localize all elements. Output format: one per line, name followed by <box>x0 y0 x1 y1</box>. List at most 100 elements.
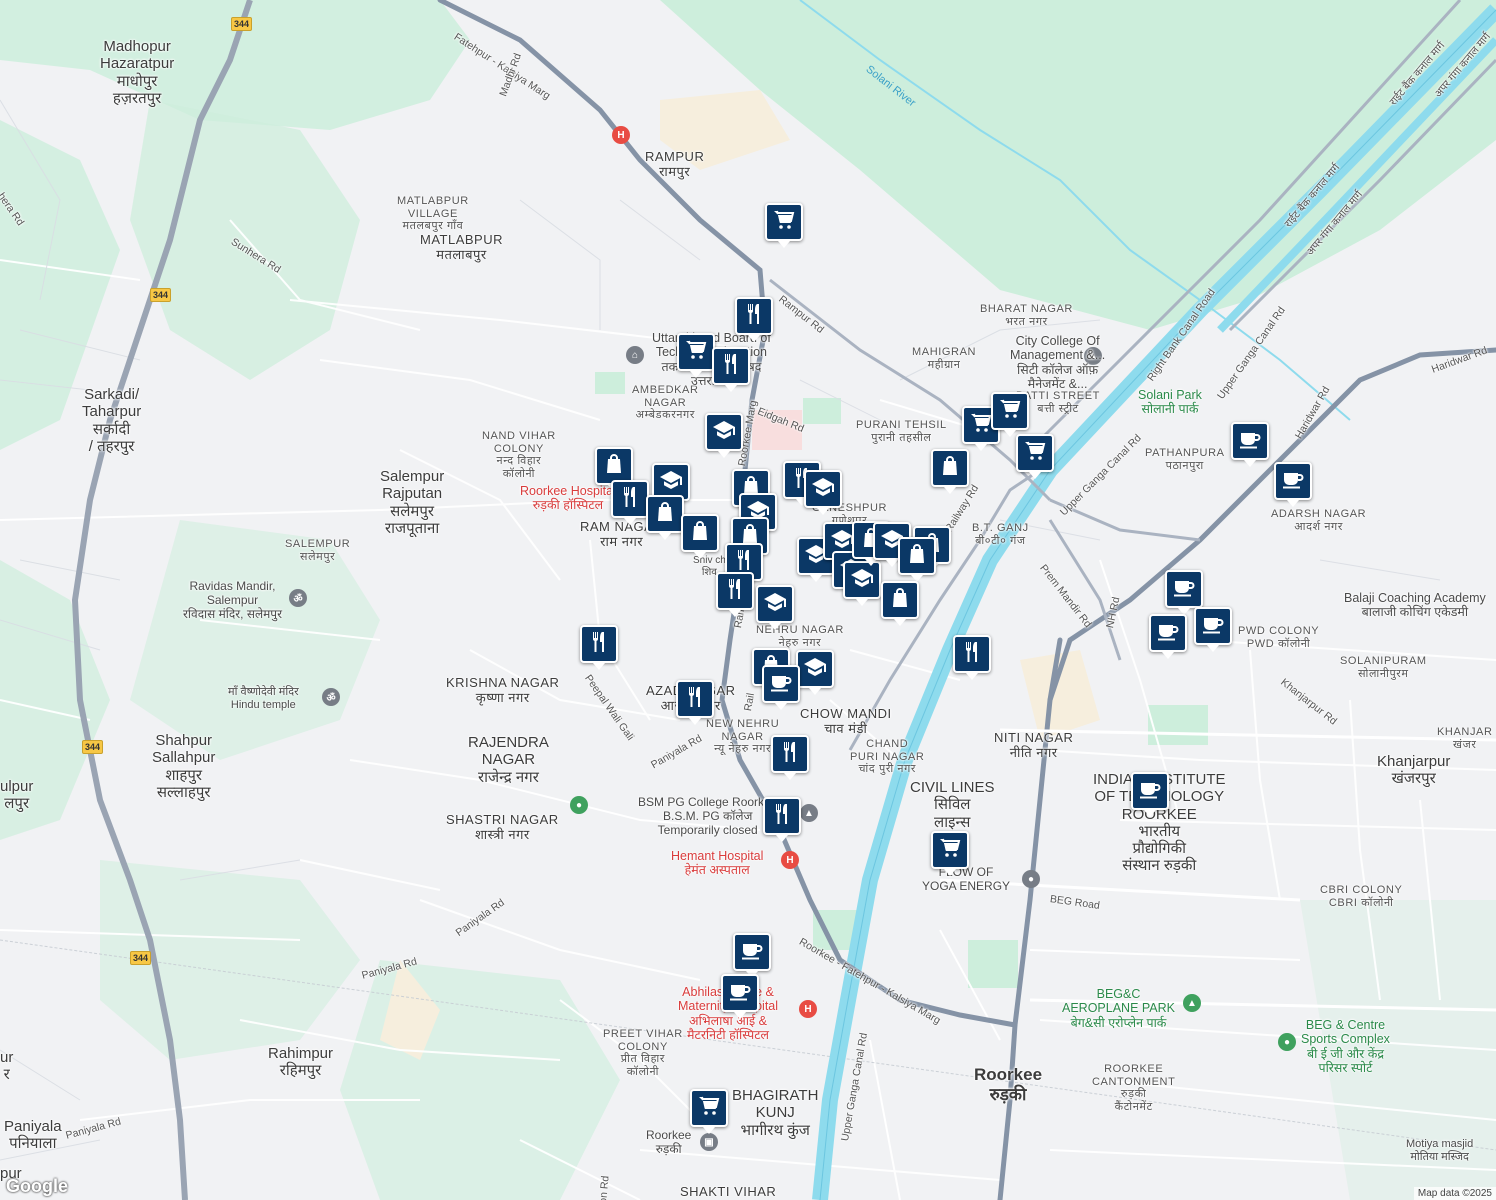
coffee-icon <box>728 979 752 1008</box>
marker-restaurant[interactable] <box>716 572 754 617</box>
place-label-mahigran: MAHIGRAN महीग्रान <box>912 346 977 371</box>
marker-restaurant[interactable] <box>580 625 618 670</box>
place-label-preet-vihar: PREET VIHAR COLONY प्रीत विहार कॉलोनी <box>603 1028 683 1078</box>
marker-school[interactable] <box>705 413 743 458</box>
restaurant-icon <box>770 802 794 831</box>
marker-coffee[interactable] <box>1131 772 1169 817</box>
sports-icon: ● <box>1278 1033 1296 1051</box>
place-label-cbri-colony: CBRI COLONY CBRI कॉलोनी <box>1320 884 1403 909</box>
restaurant-icon <box>723 577 747 606</box>
hospital-icon: H <box>799 1000 817 1018</box>
shopping-bag-icon <box>938 454 962 483</box>
park-icon: ▲ <box>1183 994 1201 1012</box>
place-label-bharat-nagar: BHARAT NAGAR भरत नगर <box>980 303 1073 328</box>
poi-balaji-coaching[interactable]: Balaji Coaching Academy बालाजी कोचिंग एक… <box>1344 591 1486 620</box>
shopping-cart-icon <box>772 208 796 237</box>
marker-coffee[interactable] <box>1165 570 1203 615</box>
marker-shopping-bag[interactable] <box>681 514 719 559</box>
shopping-cart-icon <box>697 1094 721 1123</box>
shopping-bag-icon <box>602 452 626 481</box>
temple-icon: ॐ <box>289 589 307 607</box>
marker-shopping-cart[interactable] <box>765 203 803 248</box>
marker-coffee[interactable] <box>733 933 771 978</box>
place-label-shakti-vihar: SHAKTI VIHAR <box>680 1184 777 1199</box>
place-label-rampur: RAMPUR रामपुर <box>645 149 705 179</box>
marker-shopping-cart[interactable] <box>931 831 969 876</box>
marker-shopping-cart[interactable] <box>991 392 1029 437</box>
marker-coffee[interactable] <box>1274 462 1312 507</box>
marker-shopping-bag[interactable] <box>931 449 969 494</box>
place-label-roorkee-cantonment: ROORKEE CANTONMENT रुड़की कैंटोनमेंट <box>1092 1063 1176 1113</box>
shopping-bag-icon <box>688 519 712 548</box>
shopping-bag-icon <box>653 500 677 529</box>
marker-coffee[interactable] <box>1194 607 1232 652</box>
restaurant-icon <box>778 740 802 769</box>
poi-city-college[interactable]: City College Of Management &... सिटी कॉल… <box>1010 334 1105 392</box>
marker-coffee[interactable] <box>1231 422 1269 467</box>
poi-ravidas-mandir[interactable]: Ravidas Mandir, Salempur रविदास मंदिर, स… <box>183 579 282 621</box>
shopping-bag-icon <box>888 586 912 615</box>
place-label-khanjar: KHANJAR खंजर <box>1437 726 1493 751</box>
marker-shopping-cart[interactable] <box>677 333 715 378</box>
marker-restaurant[interactable] <box>712 347 750 392</box>
highway-shield: 344 <box>82 740 104 754</box>
place-label-paniyala: Paniyala पनियाला <box>4 1118 62 1153</box>
hospital-icon: H <box>781 851 799 869</box>
marker-restaurant[interactable] <box>676 680 714 725</box>
place-label-chand-puri-nagar: CHAND PURI NAGAR चांद पुरी नगर <box>850 738 925 776</box>
marker-shopping-bag[interactable] <box>881 581 919 626</box>
poi-roorkee-hospital[interactable]: Roorkee Hospital रुड़की हॉस्पिटल <box>520 484 616 513</box>
poi-bsm-college[interactable]: BSM PG College Roorkee B.S.M. PG कॉलेज T… <box>638 795 777 837</box>
marker-coffee[interactable] <box>721 974 759 1019</box>
place-label-ambedkar-nagar: AMBEDKAR NAGAR अम्बेडकरनगर <box>632 384 699 422</box>
shopping-cart-icon <box>998 397 1022 426</box>
shopping-cart-icon <box>969 411 993 440</box>
place-label-sarkadi: Sarkadi/ Taharpur सर्कादी / तहरपुर <box>82 386 142 455</box>
marker-shopping-cart[interactable] <box>1016 434 1054 479</box>
highway-shield: 344 <box>231 17 253 31</box>
marker-coffee[interactable] <box>1149 614 1187 659</box>
highway-shield: 344 <box>130 951 152 965</box>
place-label-madhopur: Madhopur Hazaratpur माधोपुर हज़रतपुर <box>100 38 175 107</box>
marker-school[interactable] <box>804 470 842 515</box>
marker-school[interactable] <box>843 561 881 606</box>
school-icon <box>712 418 736 447</box>
poi-roorkee-station[interactable]: Roorkee रुड़की <box>646 1128 691 1157</box>
poi-beg-sports-complex[interactable]: BEG & Centre Sports Complex बी ई जी और क… <box>1301 1018 1390 1076</box>
marker-restaurant[interactable] <box>763 797 801 842</box>
coffee-icon <box>1138 777 1162 806</box>
place-label-matlabpur-village: MATLABPUR VILLAGE मतलबपुर गाँव <box>397 195 469 233</box>
road-label-sion: ion Rd <box>596 1175 612 1200</box>
place-label-new-nehru-nagar: NEW NEHRU NAGAR न्यू नेहरु नगर <box>706 718 780 756</box>
place-label-chow-mandi: CHOW MANDI चाव मंडी <box>800 706 892 736</box>
marker-shopping-bag[interactable] <box>898 537 936 582</box>
marker-coffee[interactable] <box>762 665 800 710</box>
landmark-icon: ⌂ <box>626 346 644 364</box>
marker-restaurant[interactable] <box>611 480 649 525</box>
marker-shopping-bag[interactable] <box>646 495 684 540</box>
temple-icon: ॐ <box>322 688 340 706</box>
poi-solani-park[interactable]: Solani Park सोलानी पार्क <box>1138 388 1202 417</box>
place-label-salempur: SALEMPUR सलेमपुर <box>285 538 351 563</box>
map-canvas[interactable]: 344 344 344 344 Madhopur Hazaratpur माधो… <box>0 0 1496 1200</box>
poi-vaishno-devi-mandir[interactable]: माँ वैष्णोदेवी मंदिर Hindu temple <box>228 686 299 711</box>
coffee-icon <box>1156 619 1180 648</box>
poi-hemant-hospital[interactable]: Hemant Hospital हेमंत अस्पताल <box>671 849 763 878</box>
school-icon <box>811 475 835 504</box>
marker-restaurant[interactable] <box>735 297 773 342</box>
marker-school[interactable] <box>756 585 794 630</box>
shopping-cart-icon <box>1023 439 1047 468</box>
poi-flow-of-yoga[interactable]: FLOW OF YOGA ENERGY <box>922 865 1010 894</box>
marker-school[interactable] <box>796 650 834 695</box>
shopping-bag-icon <box>905 542 929 571</box>
place-label-pwd-colony: PWD COLONY PWD कॉलोनी <box>1238 625 1320 650</box>
poi-beg-aeroplane-park[interactable]: BEG&C AEROPLANE PARK बेग&सी एरोप्लेन पार… <box>1062 987 1175 1030</box>
map-attribution[interactable]: Map data ©2025 <box>1413 1187 1496 1200</box>
place-label-bt-ganj: B.T. GANJ बी०टी० गंज <box>972 522 1029 547</box>
marker-restaurant[interactable] <box>953 635 991 680</box>
marker-shopping-cart[interactable] <box>690 1089 728 1134</box>
google-logo: Google <box>6 1176 68 1196</box>
place-label-rajendra-nagar: RAJENDRA NAGAR राजेन्द्र नगर <box>468 734 549 786</box>
marker-restaurant[interactable] <box>771 735 809 780</box>
park-icon: ● <box>570 796 588 814</box>
